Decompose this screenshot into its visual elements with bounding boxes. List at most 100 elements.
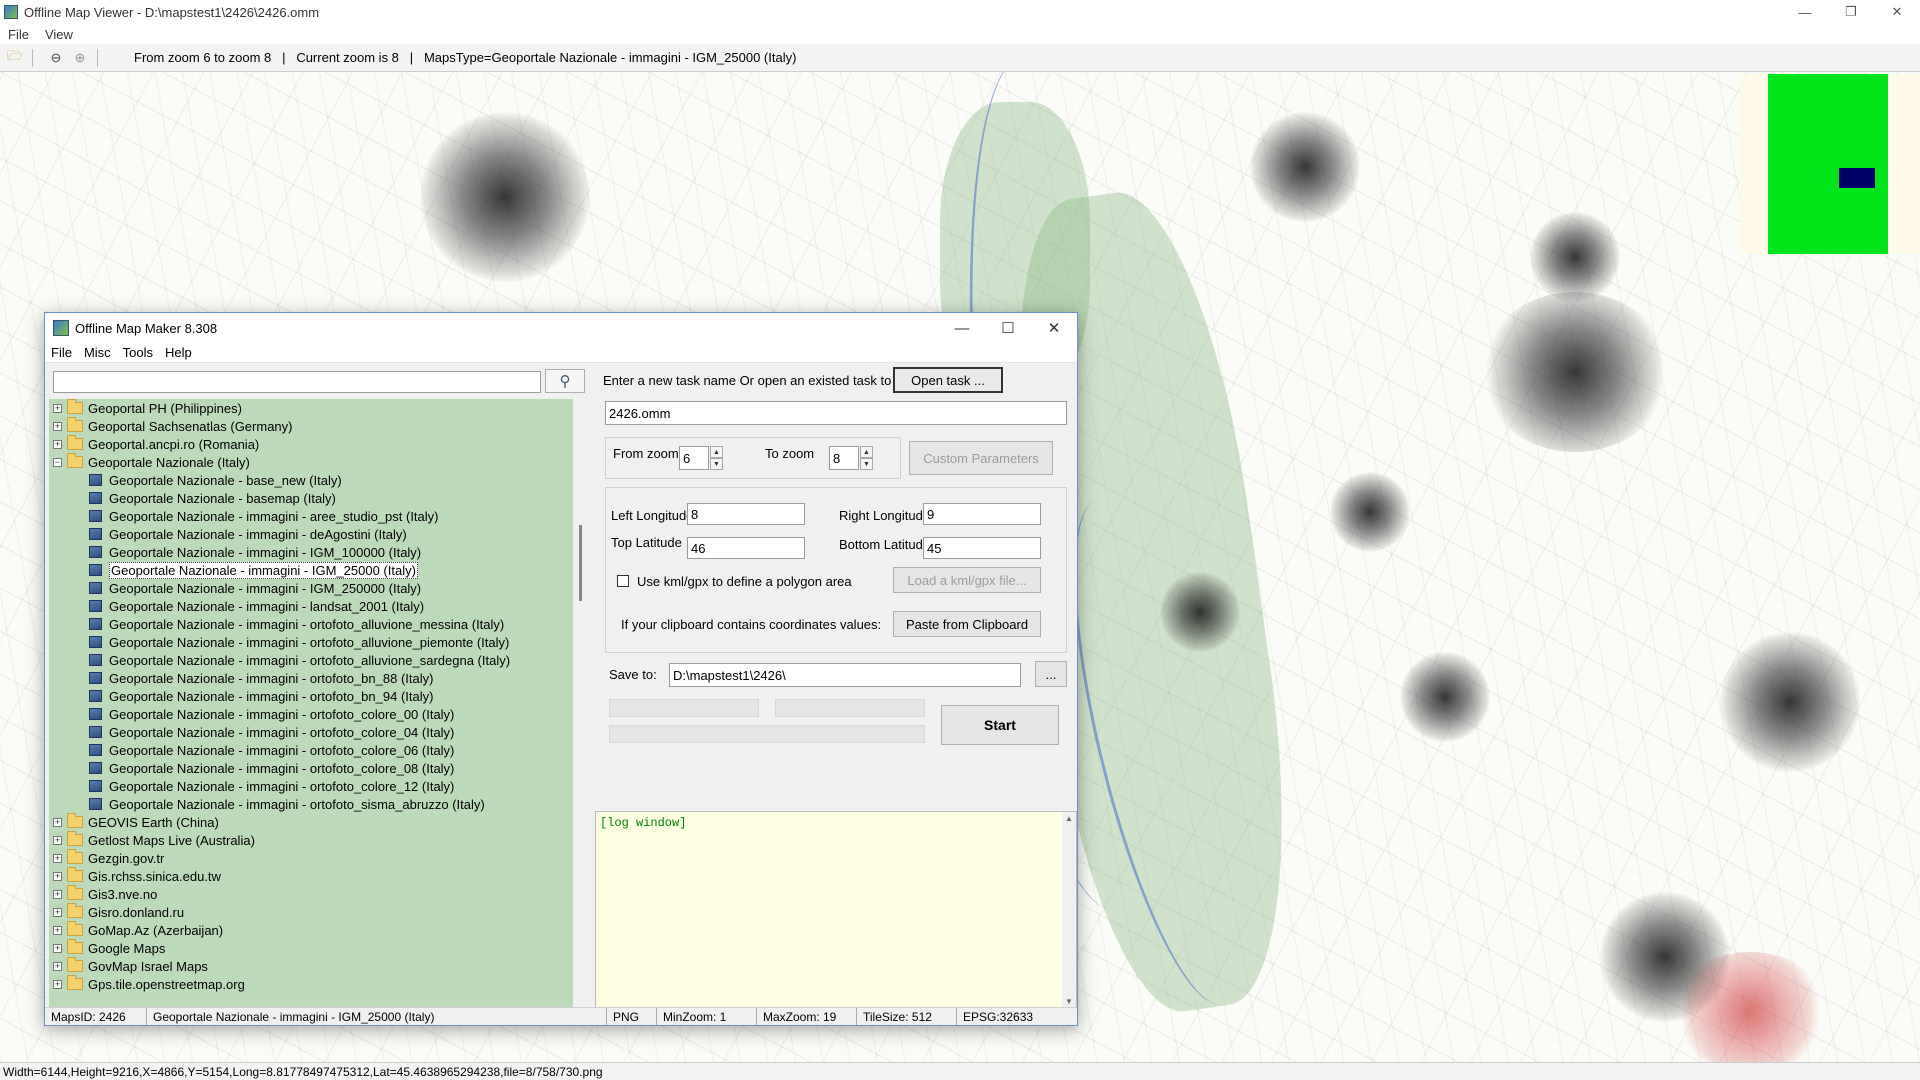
tree-folder[interactable]: + GEOVIS Earth (China) (49, 813, 573, 831)
top-latitude-input[interactable]: 46 (687, 537, 805, 559)
tree-folder[interactable]: + Gisro.donland.ru (49, 903, 573, 921)
status-min-zoom: MinZoom: 1 (657, 1008, 757, 1025)
tree-map-item[interactable]: Geoportale Nazionale - immagini - landsa… (49, 597, 573, 615)
restore-icon[interactable]: ❐ (1828, 0, 1874, 24)
left-longitude-input[interactable]: 8 (687, 503, 805, 525)
tree-map-item[interactable]: Geoportale Nazionale - immagini - ortofo… (49, 705, 573, 723)
zoom-in-icon[interactable]: ⊕ (71, 49, 89, 67)
spin-up-icon[interactable]: ▲ (710, 446, 723, 458)
tree-folder[interactable]: + Gezgin.gov.tr (49, 849, 573, 867)
dialog-close-icon[interactable]: ✕ (1031, 313, 1077, 343)
to-zoom-input[interactable]: 8 (829, 446, 859, 470)
collapse-icon[interactable]: − (53, 457, 62, 467)
minimap[interactable] (1740, 74, 1920, 254)
expand-icon[interactable]: + (53, 817, 62, 827)
log-window[interactable]: [log window] ▲ ▼ (595, 811, 1077, 1009)
dialog-maximize-icon[interactable]: ☐ (985, 313, 1031, 343)
tree-folder[interactable]: + GovMap Israel Maps (49, 957, 573, 975)
tree-folder[interactable]: + Gis.rchss.sinica.edu.tw (49, 867, 573, 885)
tree-map-item[interactable]: Geoportale Nazionale - immagini - ortofo… (49, 687, 573, 705)
close-icon[interactable]: ✕ (1874, 0, 1920, 24)
tree-map-item[interactable]: Geoportale Nazionale - immagini - ortofo… (49, 741, 573, 759)
expand-icon[interactable]: + (53, 979, 62, 989)
tree-map-item[interactable]: Geoportale Nazionale - immagini - ortofo… (49, 759, 573, 777)
expand-icon[interactable]: + (53, 925, 62, 935)
load-kml-button[interactable]: Load a kml/gpx file... (893, 567, 1041, 593)
browse-button[interactable]: ... (1035, 661, 1067, 687)
tree-item-label: Geoportale Nazionale - immagini - ortofo… (109, 742, 455, 758)
minimap-viewport[interactable] (1839, 168, 1875, 188)
spin-down-icon[interactable]: ▼ (710, 458, 723, 470)
zoom-out-icon[interactable]: ⊖ (47, 49, 65, 67)
tree-map-item[interactable]: Geoportale Nazionale - immagini - ortofo… (49, 615, 573, 633)
right-longitude-input[interactable]: 9 (923, 503, 1041, 525)
expand-icon[interactable]: + (53, 835, 62, 845)
dialog-menu-help[interactable]: Help (159, 345, 198, 360)
custom-parameters-button[interactable]: Custom Parameters (909, 441, 1053, 475)
map-source-tree[interactable]: + Geoportal PH (Philippines) + Geoportal Sa… (49, 399, 573, 1011)
tree-map-item[interactable]: Geoportale Nazionale - base_new (Italy) (49, 471, 573, 489)
tree-scrollbar[interactable] (575, 399, 589, 1011)
log-scrollbar[interactable]: ▲ ▼ (1062, 812, 1076, 1008)
expand-icon[interactable]: + (53, 403, 62, 413)
tree-map-item[interactable]: Geoportale Nazionale - immagini - ortofo… (49, 723, 573, 741)
tree-map-item[interactable]: Geoportale Nazionale - immagini - IGM_25… (49, 561, 573, 579)
expand-icon[interactable]: + (53, 421, 62, 431)
tree-map-item[interactable]: Geoportale Nazionale - immagini - ortofo… (49, 633, 573, 651)
tree-folder[interactable]: + Google Maps (49, 939, 573, 957)
tree-folder[interactable]: + Gis3.nve.no (49, 885, 573, 903)
open-task-button[interactable]: Open task ... (893, 367, 1003, 393)
scroll-down-icon[interactable]: ▼ (1065, 997, 1073, 1006)
spin-down-icon[interactable]: ▼ (860, 458, 873, 470)
task-name-input[interactable]: 2426.omm (605, 401, 1067, 425)
expand-icon[interactable]: + (53, 871, 62, 881)
tree-folder[interactable]: + Getlost Maps Live (Australia) (49, 831, 573, 849)
paste-clipboard-button[interactable]: Paste from Clipboard (893, 611, 1041, 637)
dialog-menu-tools[interactable]: Tools (117, 345, 159, 360)
tree-map-item[interactable]: Geoportale Nazionale - immagini - aree_s… (49, 507, 573, 525)
tree-item-label: Geoportale Nazionale - immagini - landsa… (109, 598, 425, 614)
from-zoom-input[interactable]: 6 (679, 446, 709, 470)
spin-up-icon[interactable]: ▲ (860, 446, 873, 458)
expand-icon[interactable]: + (53, 889, 62, 899)
to-zoom-stepper[interactable]: ▲ ▼ (860, 446, 873, 470)
map-search-input[interactable] (53, 371, 541, 393)
tree-map-item[interactable]: Geoportale Nazionale - immagini - IGM_25… (49, 579, 573, 597)
dialog-menu-misc[interactable]: Misc (78, 345, 117, 360)
tree-map-item[interactable]: Geoportale Nazionale - immagini - ortofo… (49, 669, 573, 687)
dialog-menu-file[interactable]: File (45, 345, 78, 360)
dialog-minimize-icon[interactable]: — (939, 313, 985, 343)
tree-folder[interactable]: + GoMap.Az (Azerbaijan) (49, 921, 573, 939)
viewer-menu-file[interactable]: File (0, 27, 37, 42)
expand-icon[interactable]: + (53, 907, 62, 917)
expand-icon[interactable]: + (53, 853, 62, 863)
kml-checkbox[interactable] (617, 575, 629, 587)
map-layer-icon (89, 510, 102, 522)
tree-folder[interactable]: + Geoportal Sachsenatlas (Germany) (49, 417, 573, 435)
search-button[interactable]: ⚲ (545, 369, 585, 393)
tree-map-item[interactable]: Geoportale Nazionale - immagini - ortofo… (49, 777, 573, 795)
tree-folder[interactable]: + Geoportal.ancpi.ro (Romania) (49, 435, 573, 453)
tree-map-item[interactable]: Geoportale Nazionale - immagini - IGM_10… (49, 543, 573, 561)
start-button[interactable]: Start (941, 705, 1059, 745)
tree-folder[interactable]: + Gps.tile.openstreetmap.org (49, 975, 573, 993)
expand-icon[interactable]: + (53, 943, 62, 953)
tree-map-item[interactable]: Geoportale Nazionale - immagini - ortofo… (49, 795, 573, 813)
from-zoom-stepper[interactable]: ▲ ▼ (710, 446, 723, 470)
bottom-latitude-input[interactable]: 45 (923, 537, 1041, 559)
tree-map-item[interactable]: Geoportale Nazionale - basemap (Italy) (49, 489, 573, 507)
expand-icon[interactable]: + (53, 961, 62, 971)
viewer-menu-view[interactable]: View (37, 27, 81, 42)
expand-icon[interactable]: + (53, 439, 62, 449)
minimize-icon[interactable]: — (1782, 0, 1828, 24)
tree-item-label: GoMap.Az (Azerbaijan) (88, 922, 224, 938)
dialog-menubar: File Misc Tools Help (45, 343, 1077, 363)
tree-map-item[interactable]: Geoportale Nazionale - immagini - deAgos… (49, 525, 573, 543)
tree-map-item[interactable]: Geoportale Nazionale - immagini - ortofo… (49, 651, 573, 669)
scroll-up-icon[interactable]: ▲ (1065, 814, 1073, 823)
tree-scroll-thumb[interactable] (579, 525, 582, 601)
tree-folder[interactable]: − Geoportale Nazionale (Italy) (49, 453, 573, 471)
save-path-input[interactable]: D:\mapstest1\2426\ (669, 663, 1021, 687)
open-folder-icon[interactable]: 🗁 (6, 48, 24, 67)
tree-folder[interactable]: + Geoportal PH (Philippines) (49, 399, 573, 417)
